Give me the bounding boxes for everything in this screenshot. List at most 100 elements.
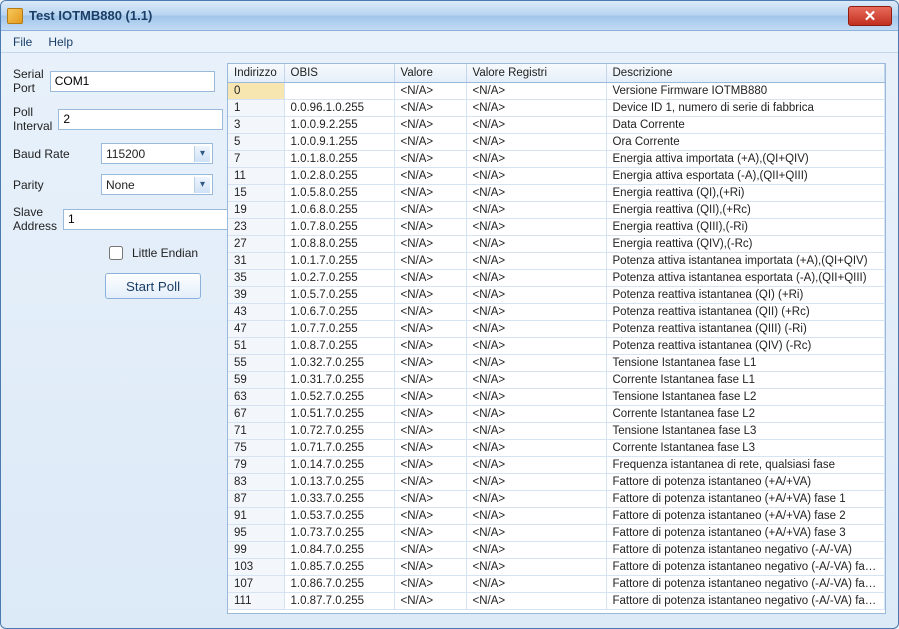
cell-valore[interactable]: <N/A> xyxy=(394,83,466,100)
cell-valore-registri[interactable]: <N/A> xyxy=(466,593,606,610)
cell-valore-registri[interactable]: <N/A> xyxy=(466,457,606,474)
cell-descrizione[interactable]: Ora Corrente xyxy=(606,134,885,151)
cell-valore-registri[interactable]: <N/A> xyxy=(466,202,606,219)
little-endian-checkbox[interactable] xyxy=(109,246,123,260)
cell-valore-registri[interactable]: <N/A> xyxy=(466,559,606,576)
cell-valore-registri[interactable]: <N/A> xyxy=(466,389,606,406)
table-row[interactable]: 0<N/A><N/A>Versione Firmware IOTMB880 xyxy=(228,83,885,100)
cell-descrizione[interactable]: Energia attiva importata (+A),(QI+QIV) xyxy=(606,151,885,168)
cell-indirizzo[interactable]: 35 xyxy=(228,270,284,287)
cell-indirizzo[interactable]: 107 xyxy=(228,576,284,593)
cell-valore[interactable]: <N/A> xyxy=(394,491,466,508)
cell-indirizzo[interactable]: 91 xyxy=(228,508,284,525)
cell-valore-registri[interactable]: <N/A> xyxy=(466,236,606,253)
slave-address-input[interactable] xyxy=(63,209,228,230)
table-row[interactable]: 951.0.73.7.0.255<N/A><N/A>Fattore di pot… xyxy=(228,525,885,542)
cell-obis[interactable]: 1.0.7.7.0.255 xyxy=(284,321,394,338)
cell-obis[interactable]: 1.0.6.7.0.255 xyxy=(284,304,394,321)
table-row[interactable]: 431.0.6.7.0.255<N/A><N/A>Potenza reattiv… xyxy=(228,304,885,321)
cell-valore[interactable]: <N/A> xyxy=(394,253,466,270)
cell-descrizione[interactable]: Corrente Istantanea fase L1 xyxy=(606,372,885,389)
table-row[interactable]: 31.0.0.9.2.255<N/A><N/A>Data Corrente xyxy=(228,117,885,134)
table-row[interactable]: 671.0.51.7.0.255<N/A><N/A>Corrente Istan… xyxy=(228,406,885,423)
menu-help[interactable]: Help xyxy=(40,33,81,51)
cell-valore-registri[interactable]: <N/A> xyxy=(466,338,606,355)
cell-obis[interactable]: 1.0.85.7.0.255 xyxy=(284,559,394,576)
cell-indirizzo[interactable]: 7 xyxy=(228,151,284,168)
cell-obis[interactable]: 1.0.51.7.0.255 xyxy=(284,406,394,423)
table-row[interactable]: 1111.0.87.7.0.255<N/A><N/A>Fattore di po… xyxy=(228,593,885,610)
table-row[interactable]: 511.0.8.7.0.255<N/A><N/A>Potenza reattiv… xyxy=(228,338,885,355)
cell-indirizzo[interactable]: 111 xyxy=(228,593,284,610)
cell-indirizzo[interactable]: 27 xyxy=(228,236,284,253)
cell-obis[interactable]: 0.0.96.1.0.255 xyxy=(284,100,394,117)
cell-descrizione[interactable]: Potenza reattiva istantanea (QIV) (-Rc) xyxy=(606,338,885,355)
cell-indirizzo[interactable]: 67 xyxy=(228,406,284,423)
cell-obis[interactable]: 1.0.2.8.0.255 xyxy=(284,168,394,185)
table-row[interactable]: 831.0.13.7.0.255<N/A><N/A>Fattore di pot… xyxy=(228,474,885,491)
table-row[interactable]: 191.0.6.8.0.255<N/A><N/A>Energia reattiv… xyxy=(228,202,885,219)
cell-valore[interactable]: <N/A> xyxy=(394,134,466,151)
cell-indirizzo[interactable]: 23 xyxy=(228,219,284,236)
cell-valore[interactable]: <N/A> xyxy=(394,508,466,525)
cell-descrizione[interactable]: Tensione Istantanea fase L3 xyxy=(606,423,885,440)
cell-obis[interactable]: 1.0.7.8.0.255 xyxy=(284,219,394,236)
cell-indirizzo[interactable]: 55 xyxy=(228,355,284,372)
cell-valore-registri[interactable]: <N/A> xyxy=(466,219,606,236)
cell-descrizione[interactable]: Fattore di potenza istantaneo negativo (… xyxy=(606,576,885,593)
cell-valore[interactable]: <N/A> xyxy=(394,559,466,576)
table-row[interactable]: 71.0.1.8.0.255<N/A><N/A>Energia attiva i… xyxy=(228,151,885,168)
table-row[interactable]: 10.0.96.1.0.255<N/A><N/A>Device ID 1, nu… xyxy=(228,100,885,117)
cell-descrizione[interactable]: Device ID 1, numero di serie di fabbrica xyxy=(606,100,885,117)
table-row[interactable]: 751.0.71.7.0.255<N/A><N/A>Corrente Istan… xyxy=(228,440,885,457)
cell-valore[interactable]: <N/A> xyxy=(394,117,466,134)
cell-valore-registri[interactable]: <N/A> xyxy=(466,372,606,389)
cell-obis[interactable]: 1.0.32.7.0.255 xyxy=(284,355,394,372)
cell-descrizione[interactable]: Data Corrente xyxy=(606,117,885,134)
table-row[interactable]: 631.0.52.7.0.255<N/A><N/A>Tensione Istan… xyxy=(228,389,885,406)
cell-indirizzo[interactable]: 75 xyxy=(228,440,284,457)
cell-valore-registri[interactable]: <N/A> xyxy=(466,287,606,304)
cell-descrizione[interactable]: Energia reattiva (QIII),(-Ri) xyxy=(606,219,885,236)
cell-descrizione[interactable]: Energia reattiva (QI),(+Ri) xyxy=(606,185,885,202)
data-grid[interactable]: Indirizzo OBIS Valore Valore Registri De… xyxy=(227,63,886,614)
cell-valore-registri[interactable]: <N/A> xyxy=(466,508,606,525)
cell-valore[interactable]: <N/A> xyxy=(394,236,466,253)
cell-indirizzo[interactable]: 71 xyxy=(228,423,284,440)
table-row[interactable]: 991.0.84.7.0.255<N/A><N/A>Fattore di pot… xyxy=(228,542,885,559)
cell-indirizzo[interactable]: 59 xyxy=(228,372,284,389)
cell-obis[interactable]: 1.0.2.7.0.255 xyxy=(284,270,394,287)
cell-descrizione[interactable]: Fattore di potenza istantaneo (+A/+VA) f… xyxy=(606,525,885,542)
cell-valore[interactable]: <N/A> xyxy=(394,406,466,423)
cell-indirizzo[interactable]: 39 xyxy=(228,287,284,304)
cell-obis[interactable]: 1.0.84.7.0.255 xyxy=(284,542,394,559)
serial-port-input[interactable] xyxy=(50,71,215,92)
cell-valore[interactable]: <N/A> xyxy=(394,525,466,542)
cell-descrizione[interactable]: Energia reattiva (QII),(+Rc) xyxy=(606,202,885,219)
cell-valore[interactable]: <N/A> xyxy=(394,423,466,440)
cell-valore[interactable]: <N/A> xyxy=(394,576,466,593)
baud-rate-combo[interactable]: 115200 ▾ xyxy=(101,143,213,164)
cell-obis[interactable]: 1.0.14.7.0.255 xyxy=(284,457,394,474)
cell-descrizione[interactable]: Fattore di potenza istantaneo negativo (… xyxy=(606,542,885,559)
cell-obis[interactable]: 1.0.52.7.0.255 xyxy=(284,389,394,406)
table-row[interactable]: 1071.0.86.7.0.255<N/A><N/A>Fattore di po… xyxy=(228,576,885,593)
cell-valore-registri[interactable]: <N/A> xyxy=(466,423,606,440)
th-valore[interactable]: Valore xyxy=(394,64,466,83)
cell-indirizzo[interactable]: 43 xyxy=(228,304,284,321)
cell-valore-registri[interactable]: <N/A> xyxy=(466,134,606,151)
cell-valore-registri[interactable]: <N/A> xyxy=(466,406,606,423)
cell-valore-registri[interactable]: <N/A> xyxy=(466,440,606,457)
cell-valore-registri[interactable]: <N/A> xyxy=(466,525,606,542)
cell-obis[interactable]: 1.0.1.8.0.255 xyxy=(284,151,394,168)
cell-descrizione[interactable]: Potenza attiva istantanea importata (+A)… xyxy=(606,253,885,270)
cell-valore[interactable]: <N/A> xyxy=(394,474,466,491)
table-row[interactable]: 271.0.8.8.0.255<N/A><N/A>Energia reattiv… xyxy=(228,236,885,253)
cell-indirizzo[interactable]: 87 xyxy=(228,491,284,508)
table-row[interactable]: 391.0.5.7.0.255<N/A><N/A>Potenza reattiv… xyxy=(228,287,885,304)
th-indirizzo[interactable]: Indirizzo xyxy=(228,64,284,83)
cell-valore[interactable]: <N/A> xyxy=(394,338,466,355)
cell-descrizione[interactable]: Potenza attiva istantanea esportata (-A)… xyxy=(606,270,885,287)
cell-descrizione[interactable]: Energia attiva esportata (-A),(QII+QIII) xyxy=(606,168,885,185)
table-row[interactable]: 791.0.14.7.0.255<N/A><N/A>Frequenza ista… xyxy=(228,457,885,474)
